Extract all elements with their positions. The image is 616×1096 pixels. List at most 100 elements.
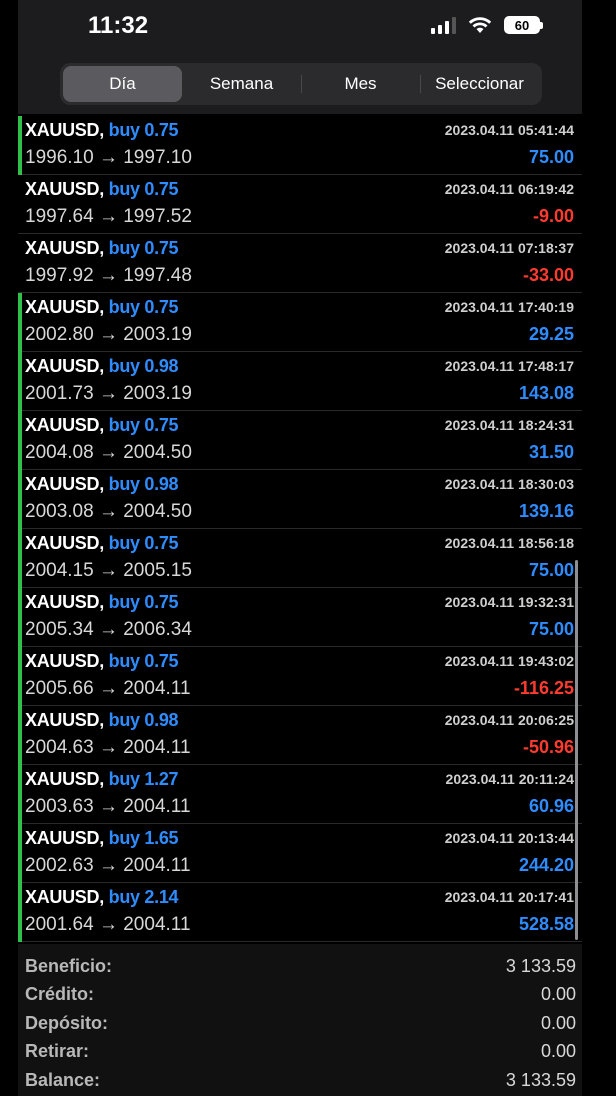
trade-profit: 143.08 <box>518 383 574 403</box>
trade-row[interactable]: XAUUSD, buy 0.98 2023.04.11 17:48:17 2001.… <box>18 352 582 411</box>
trade-profit: 244.20 <box>518 855 574 875</box>
trade-symbol: XAUUSD, <box>25 769 104 789</box>
trade-time: 2023.04.11 17:48:17 <box>444 358 574 374</box>
trade-title: XAUUSD, buy 0.75 <box>25 651 179 672</box>
trade-history-screen: 11:32 60 Día Semana Mes Seleccionar XAUU… <box>0 0 616 1096</box>
summary-label: Retirar: <box>25 1041 90 1062</box>
trade-profit: 75.00 <box>528 560 574 580</box>
trade-title: XAUUSD, buy 0.75 <box>25 592 179 613</box>
trade-time: 2023.04.11 17:40:19 <box>444 299 574 315</box>
trade-row[interactable]: XAUUSD, buy 0.75 2023.04.11 06:19:42 1997.… <box>18 175 582 234</box>
trade-action: buy 0.75 <box>108 651 179 671</box>
trade-prices: 2002.80 → 2003.19 <box>25 324 192 345</box>
trade-title: XAUUSD, buy 0.98 <box>25 474 179 495</box>
trade-symbol: XAUUSD, <box>25 238 104 258</box>
trade-row[interactable]: XAUUSD, buy 0.75 2023.04.11 19:43:02 2005.… <box>18 647 582 706</box>
summary-label: Crédito: <box>25 984 94 1005</box>
trade-prices: 2003.63 → 2004.11 <box>25 796 191 817</box>
tab-dia[interactable]: Día <box>63 66 182 102</box>
trade-action: buy 1.65 <box>108 828 179 848</box>
trade-time: 2023.04.11 18:30:03 <box>444 476 574 492</box>
trade-row[interactable]: XAUUSD, buy 2.14 2023.04.11 20:17:41 2001.… <box>18 883 582 942</box>
trade-status-bar <box>18 234 22 293</box>
trade-row[interactable]: XAUUSD, buy 0.98 2023.04.11 18:30:03 2003.… <box>18 470 582 529</box>
trade-time: 2023.04.11 05:41:44 <box>444 122 574 138</box>
status-icons: 60 <box>431 16 543 34</box>
summary-row-credito: Crédito: 0.00 <box>25 981 576 1010</box>
trade-symbol: XAUUSD, <box>25 828 104 848</box>
trade-time: 2023.04.11 20:06:25 <box>444 712 574 728</box>
trade-prices: 2001.73 → 2003.19 <box>25 383 192 404</box>
trade-profit: 75.00 <box>528 619 574 639</box>
summary-row-balance: Balance: 3 133.59 <box>25 1066 576 1095</box>
summary-row-retirar: Retirar: 0.00 <box>25 1038 576 1067</box>
trade-title: XAUUSD, buy 0.75 <box>25 415 179 436</box>
trade-symbol: XAUUSD, <box>25 887 104 907</box>
trade-title: XAUUSD, buy 0.75 <box>25 120 179 141</box>
trade-row[interactable]: XAUUSD, buy 0.98 2023.04.11 20:06:25 2004.… <box>18 706 582 765</box>
trade-action: buy 0.75 <box>108 238 179 258</box>
trade-profit: 75.00 <box>528 147 574 167</box>
trade-action: buy 2.14 <box>108 887 179 907</box>
trade-row[interactable]: XAUUSD, buy 1.65 2023.04.11 20:13:44 2002.… <box>18 824 582 883</box>
trade-status-bar <box>18 293 22 352</box>
trade-title: XAUUSD, buy 1.65 <box>25 828 179 849</box>
tab-semana[interactable]: Semana <box>182 66 301 102</box>
trade-status-bar <box>18 647 22 706</box>
summary-label: Beneficio: <box>25 955 113 976</box>
trade-prices: 1997.64 → 1997.52 <box>25 206 192 227</box>
trade-time: 2023.04.11 07:18:37 <box>444 240 574 256</box>
summary-value: 3 133.59 <box>505 955 576 976</box>
trade-symbol: XAUUSD, <box>25 474 104 494</box>
tab-mes[interactable]: Mes <box>301 66 420 102</box>
scroll-indicator[interactable] <box>575 560 578 940</box>
trade-profit: 139.16 <box>518 501 574 521</box>
trade-title: XAUUSD, buy 0.75 <box>25 179 179 200</box>
summary-label: Depósito: <box>25 1012 108 1033</box>
trade-prices: 2002.63 → 2004.11 <box>25 855 191 876</box>
trade-action: buy 0.98 <box>108 356 179 376</box>
wifi-icon <box>468 16 492 34</box>
trade-title: XAUUSD, buy 0.75 <box>25 533 179 554</box>
trade-action: buy 0.75 <box>108 179 179 199</box>
summary-label: Balance: <box>25 1069 101 1090</box>
trade-action: buy 0.75 <box>108 415 179 435</box>
trade-prices: 1996.10 → 1997.10 <box>25 147 192 168</box>
trade-row[interactable]: XAUUSD, buy 1.27 2023.04.11 20:11:24 2003.… <box>18 765 582 824</box>
trade-profit: 29.25 <box>528 324 574 344</box>
trade-row[interactable]: XAUUSD, buy 0.75 2023.04.11 19:32:31 2005.… <box>18 588 582 647</box>
trade-row[interactable]: XAUUSD, buy 0.75 2023.04.11 18:24:31 2004.… <box>18 411 582 470</box>
trade-time: 2023.04.11 20:11:24 <box>445 771 574 787</box>
trade-status-bar <box>18 352 22 411</box>
trade-prices: 2003.08 → 2004.50 <box>25 501 192 522</box>
trade-title: XAUUSD, buy 0.75 <box>25 238 179 259</box>
trade-row[interactable]: XAUUSD, buy 0.75 2023.04.11 18:56:18 2004.… <box>18 529 582 588</box>
trade-symbol: XAUUSD, <box>25 120 104 140</box>
trade-status-bar <box>18 175 22 234</box>
trade-time: 2023.04.11 06:19:42 <box>444 181 574 197</box>
trade-status-bar <box>18 824 22 883</box>
trade-action: buy 0.98 <box>108 710 179 730</box>
trade-row[interactable]: XAUUSD, buy 0.75 2023.04.11 17:40:19 2002.… <box>18 293 582 352</box>
trade-symbol: XAUUSD, <box>25 356 104 376</box>
trade-time: 2023.04.11 19:32:31 <box>444 594 574 610</box>
trade-row[interactable]: XAUUSD, buy 0.75 2023.04.11 07:18:37 1997.… <box>18 234 582 293</box>
trade-title: XAUUSD, buy 1.27 <box>25 769 179 790</box>
trade-prices: 1997.92 → 1997.48 <box>25 265 192 286</box>
trade-action: buy 0.75 <box>108 297 179 317</box>
trade-prices: 2004.15 → 2005.15 <box>25 560 192 581</box>
trade-status-bar <box>18 883 22 942</box>
tab-seleccionar[interactable]: Seleccionar <box>420 66 539 102</box>
trade-status-bar <box>18 588 22 647</box>
trade-symbol: XAUUSD, <box>25 710 104 730</box>
trade-status-bar <box>18 470 22 529</box>
trade-time: 2023.04.11 20:17:41 <box>444 889 574 905</box>
trade-prices: 2004.08 → 2004.50 <box>25 442 192 463</box>
trade-title: XAUUSD, buy 2.14 <box>25 887 179 908</box>
trade-row[interactable]: XAUUSD, buy 0.75 2023.04.11 05:41:44 1996.… <box>18 116 582 175</box>
summary-value: 0.00 <box>540 1012 576 1033</box>
trade-symbol: XAUUSD, <box>25 297 104 317</box>
trade-status-bar <box>18 529 22 588</box>
trade-profit: 528.58 <box>518 914 574 934</box>
summary-value: 0.00 <box>540 1041 576 1062</box>
